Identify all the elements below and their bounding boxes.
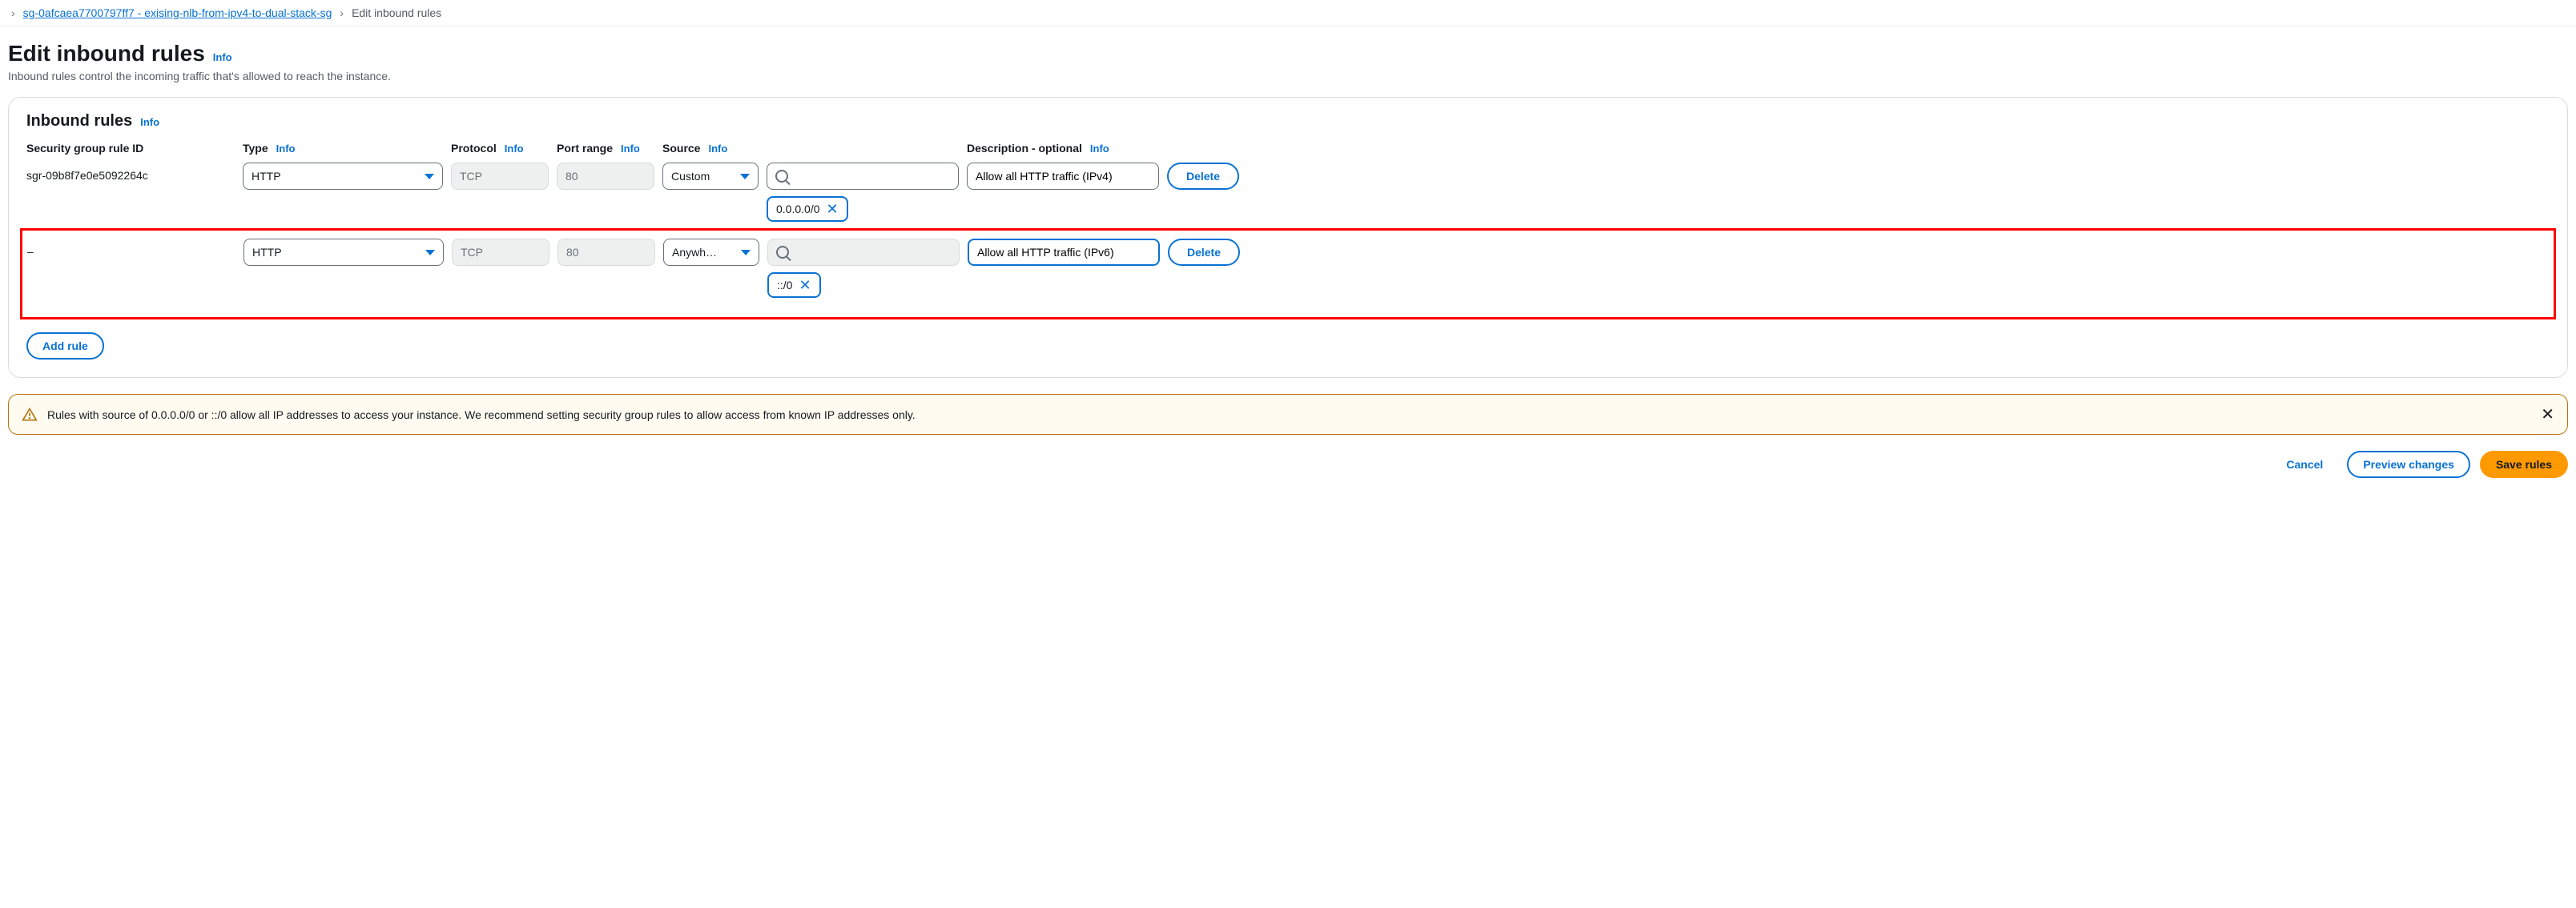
chevron-right-icon: › (340, 6, 344, 19)
panel-title: Inbound rules (26, 112, 132, 131)
footer-actions: Cancel Preview changes Save rules (8, 451, 2568, 478)
rule-port-input: 80 (557, 163, 654, 190)
source-info-link[interactable]: Info (708, 143, 727, 155)
rule-description-input[interactable] (968, 239, 1160, 266)
rule-row: sgr-09b8f7e0e5092264c HTTP TCP 80 Custom… (26, 163, 2550, 222)
col-hdr-protocol: Protocol Info (451, 142, 549, 155)
col-hdr-port: Port range Info (557, 142, 654, 155)
type-info-link[interactable]: Info (276, 143, 296, 155)
rule-type-value: HTTP (252, 170, 281, 183)
caret-down-icon (425, 174, 434, 179)
breadcrumb-link-sg[interactable]: sg-0afcaea7700797ff7 - exising-nlb-from-… (23, 6, 332, 19)
rule-protocol-input: TCP (452, 239, 549, 266)
rule-source-search[interactable] (767, 163, 959, 190)
highlighted-rule-box: – HTTP TCP 80 Anywh… ::/ (20, 228, 2556, 319)
rule-type-value: HTTP (252, 246, 282, 259)
rule-id-cell: – (27, 239, 235, 258)
remove-token-icon[interactable]: ✕ (799, 278, 811, 292)
caret-down-icon (741, 250, 751, 255)
breadcrumb-current: Edit inbound rules (352, 6, 441, 19)
delete-rule-button[interactable]: Delete (1167, 163, 1239, 190)
page-info-link[interactable]: Info (213, 51, 232, 63)
search-icon (775, 170, 788, 183)
col-label: Description - optional (967, 142, 1082, 155)
rule-id-cell: sgr-09b8f7e0e5092264c (26, 163, 235, 182)
rule-row: – HTTP TCP 80 Anywh… ::/ (27, 239, 2549, 298)
source-cidr-token: 0.0.0.0/0 ✕ (767, 196, 848, 222)
panel-info-link[interactable]: Info (140, 116, 159, 128)
remove-token-icon[interactable]: ✕ (827, 202, 839, 216)
rule-port-input: 80 (557, 239, 655, 266)
source-cidr-value: 0.0.0.0/0 (776, 203, 820, 215)
col-label: Security group rule ID (26, 142, 143, 155)
source-cidr-token: ::/0 ✕ (767, 272, 821, 298)
warning-icon (22, 407, 38, 423)
rule-protocol-input: TCP (451, 163, 549, 190)
close-alert-icon[interactable]: ✕ (2541, 404, 2554, 424)
preview-changes-button[interactable]: Preview changes (2347, 451, 2470, 478)
rule-source-mode-select[interactable]: Anywh… (663, 239, 759, 266)
col-hdr-desc: Description - optional Info (967, 142, 1159, 155)
caret-down-icon (740, 174, 750, 179)
page-title: Edit inbound rules (8, 41, 205, 66)
rules-header-row: Security group rule ID Type Info Protoco… (26, 142, 2550, 155)
rule-type-select[interactable]: HTTP (243, 163, 443, 190)
col-hdr-rule-id: Security group rule ID (26, 142, 235, 155)
add-rule-button[interactable]: Add rule (26, 332, 104, 360)
rule-source-column: ::/0 ✕ (767, 239, 960, 298)
inbound-rules-panel: Inbound rules Info Security group rule I… (8, 97, 2568, 378)
cancel-button[interactable]: Cancel (2272, 451, 2337, 478)
col-hdr-type: Type Info (243, 142, 443, 155)
col-label: Source (662, 142, 700, 155)
rule-source-mode-value: Anywh… (672, 246, 717, 259)
rule-source-column: 0.0.0.0/0 ✕ (767, 163, 959, 222)
save-rules-button[interactable]: Save rules (2480, 451, 2568, 478)
chevron-right-icon: › (11, 6, 15, 19)
desc-info-link[interactable]: Info (1090, 143, 1109, 155)
caret-down-icon (425, 250, 435, 255)
rule-source-mode-value: Custom (671, 170, 710, 183)
col-hdr-source: Source Info (662, 142, 959, 155)
source-cidr-value: ::/0 (777, 279, 792, 291)
col-label: Protocol (451, 142, 497, 155)
rule-description-input[interactable] (967, 163, 1159, 190)
port-info-link[interactable]: Info (621, 143, 640, 155)
search-icon (776, 246, 789, 259)
breadcrumb: › sg-0afcaea7700797ff7 - exising-nlb-fro… (0, 0, 2576, 26)
warning-alert: Rules with source of 0.0.0.0/0 or ::/0 a… (8, 394, 2568, 435)
rule-source-search (767, 239, 960, 266)
col-label: Port range (557, 142, 613, 155)
alert-message: Rules with source of 0.0.0.0/0 or ::/0 a… (47, 408, 2531, 421)
rule-source-mode-select[interactable]: Custom (662, 163, 759, 190)
protocol-info-link[interactable]: Info (505, 143, 524, 155)
col-label: Type (243, 142, 268, 155)
page-subtitle: Inbound rules control the incoming traff… (8, 70, 2568, 82)
delete-rule-button[interactable]: Delete (1168, 239, 1240, 266)
rule-type-select[interactable]: HTTP (244, 239, 444, 266)
